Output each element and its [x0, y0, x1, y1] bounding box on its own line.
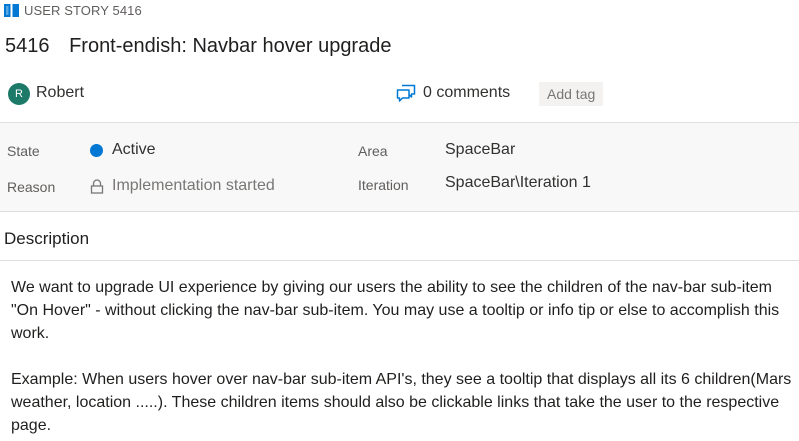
reason-label: Reason — [7, 179, 56, 195]
work-item-id: 5416 — [5, 35, 50, 57]
assignee-name[interactable]: Robert — [36, 84, 84, 102]
state-label: State — [7, 143, 40, 159]
work-item-type-text: USER STORY 5416 — [24, 2, 142, 18]
description-body[interactable]: We want to upgrade UI experience by givi… — [11, 276, 796, 437]
reason-value: Implementation started — [112, 177, 275, 194]
area-label: Area — [358, 143, 388, 159]
comments-icon — [396, 84, 416, 102]
work-item-title[interactable]: 5416 Front-endish: Navbar hover upgrade — [5, 35, 391, 58]
book-icon — [4, 3, 19, 17]
state-value[interactable]: Active — [112, 141, 156, 159]
description-paragraph: We want to upgrade UI experience by givi… — [11, 279, 780, 342]
lock-icon — [90, 178, 104, 194]
work-item-type-label: USER STORY 5416 — [4, 2, 142, 18]
fields-panel: State Active Reason Implementation start… — [0, 122, 799, 212]
comments-link[interactable]: 0 comments — [396, 84, 510, 102]
comments-count[interactable]: 0 comments — [423, 84, 510, 102]
state-dot-icon — [90, 143, 103, 157]
state-field[interactable]: Active — [90, 141, 156, 159]
avatar[interactable]: R — [8, 83, 30, 105]
add-tag-button[interactable]: Add tag — [539, 82, 604, 106]
description-paragraph: Example: When users hover over nav-bar s… — [11, 371, 792, 434]
iteration-label: Iteration — [358, 177, 409, 193]
work-item-title-text[interactable]: Front-endish: Navbar hover upgrade — [69, 35, 391, 57]
description-divider — [0, 260, 799, 261]
iteration-value[interactable]: SpaceBar\Iteration 1 — [445, 174, 591, 192]
description-heading: Description — [4, 229, 90, 248]
area-value[interactable]: SpaceBar — [445, 141, 515, 159]
reason-field: Implementation started — [90, 177, 275, 195]
header-meta-row: R Robert 0 comments Add tag — [8, 82, 799, 106]
